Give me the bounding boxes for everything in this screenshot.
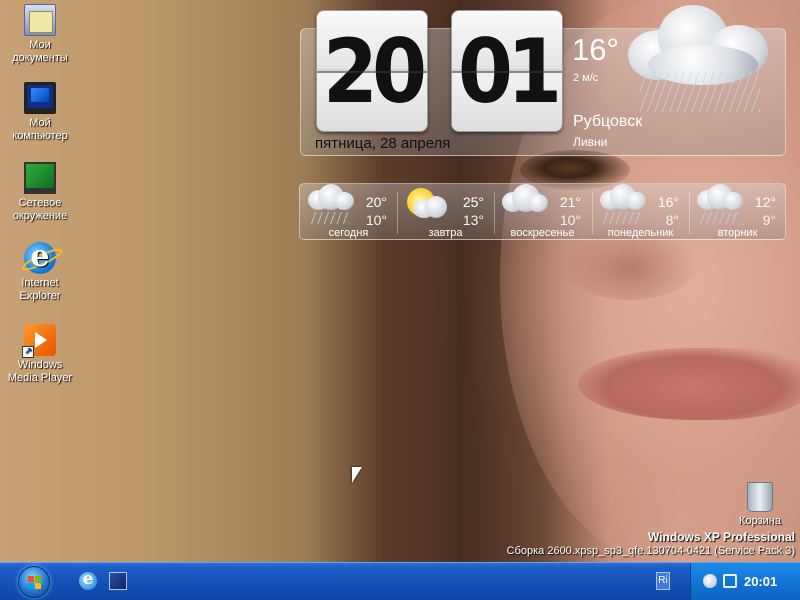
forecast-day-label: понедельник (607, 227, 674, 239)
forecast-day: 12° 9° вторник (689, 184, 786, 241)
desktop-icon-label: Сетевое окружение (12, 197, 68, 222)
desktop-icon-label: Корзина (739, 515, 781, 527)
network-icon (24, 162, 56, 194)
windows-build: Сборка 2600.xpsp_sp3_qfe.130704-0421 (Se… (506, 545, 795, 557)
forecast-high: 21° (559, 194, 581, 210)
recycle-bin-icon (747, 482, 773, 512)
shortcut-arrow-icon: ↗ (22, 346, 34, 358)
forecast-panel[interactable]: 20° 10° сегодня 25° 13° завтра 21° 10° в… (299, 183, 786, 240)
forecast-low: 9° (762, 212, 776, 228)
folder-icon (24, 4, 56, 36)
desktop-icon-my-documents[interactable]: Мои документы (2, 4, 78, 65)
forecast-high: 16° (657, 194, 679, 210)
forecast-low: 8° (665, 212, 679, 228)
forecast-day: 25° 13° завтра (397, 184, 494, 241)
current-temperature: 16° (572, 32, 619, 67)
clock-date: пятница, 28 апреля (315, 135, 451, 152)
quicklaunch-ie-icon[interactable] (79, 569, 97, 590)
quicklaunch-show-desktop-icon[interactable] (109, 572, 127, 590)
media-player-icon: ↗ (22, 324, 56, 358)
desktop-icon-label: Мои документы (12, 39, 68, 64)
desktop-icon-my-computer[interactable]: Мой компьютер (2, 82, 78, 143)
clock-minutes: 01 (451, 10, 563, 132)
mouse-cursor-icon (352, 467, 362, 483)
forecast-high: 12° (754, 194, 776, 210)
start-button[interactable] (18, 566, 50, 598)
forecast-day: 20° 10° сегодня (300, 184, 397, 241)
wind-speed: 2 м/с (573, 72, 599, 84)
language-indicator[interactable]: Ri (656, 572, 670, 590)
forecast-day-label: вторник (717, 227, 758, 239)
cloud-icon (498, 184, 548, 224)
wallpaper-lips (578, 348, 800, 420)
forecast-day-label: воскресенье (510, 227, 575, 239)
clock-hours: 20 (316, 10, 428, 132)
weather-condition: Ливни (573, 135, 608, 149)
city-name: Рубцовск (573, 113, 643, 130)
windows-logo-icon (28, 576, 42, 590)
desktop-icon-network[interactable]: Сетевое окружение (2, 162, 78, 223)
system-tray: 20:01 (690, 563, 800, 600)
forecast-high: 20° (365, 194, 387, 210)
desktop-icon-media-player[interactable]: ↗ Windows Media Player (2, 324, 78, 385)
tray-weather-icon[interactable] (703, 574, 717, 588)
forecast-day-label: завтра (428, 227, 463, 239)
tray-network-icon[interactable] (723, 574, 737, 588)
desktop-icon-recycle-bin[interactable]: Корзина (722, 482, 798, 528)
desktop-icon-label: Windows Media Player (7, 359, 73, 384)
forecast-day: 16° 8° понедельник (592, 184, 689, 241)
taskbar: Ri 20:01 (0, 562, 800, 600)
windows-version: Windows XP Professional (647, 530, 795, 544)
desktop-icon-internet-explorer[interactable]: Internet Explorer (2, 239, 78, 303)
rain-cloud-icon (304, 184, 354, 224)
forecast-low: 13° (462, 212, 484, 228)
forecast-low: 10° (559, 212, 581, 228)
forecast-day: 21° 10° воскресенье (494, 184, 591, 241)
desktop-icon-label: Internet Explorer (19, 277, 61, 302)
internet-explorer-icon (24, 239, 56, 274)
computer-icon (24, 82, 56, 114)
rain-icon (640, 72, 760, 112)
rain-cloud-icon (693, 184, 743, 224)
desktop-icon-label: Мой компьютер (12, 117, 68, 142)
partly-sunny-icon (401, 184, 451, 224)
forecast-high: 25° (462, 194, 484, 210)
forecast-day-label: сегодня (328, 227, 369, 239)
forecast-low: 10° (365, 212, 387, 228)
tray-clock[interactable]: 20:01 (744, 574, 777, 589)
rain-cloud-icon (596, 184, 646, 224)
